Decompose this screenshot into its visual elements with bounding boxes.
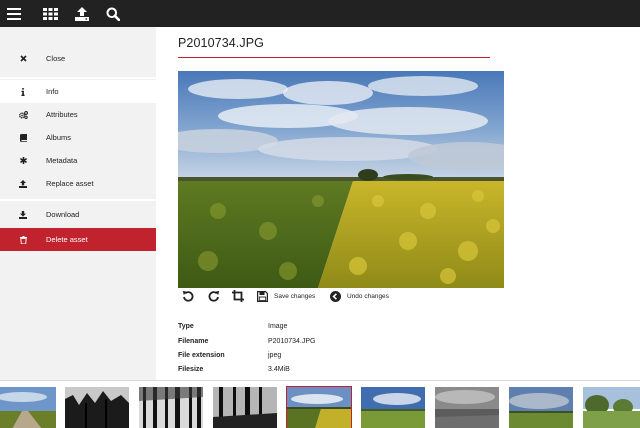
arrow-left-circle-icon: [330, 290, 341, 302]
sidebar-item-label: Close: [46, 54, 66, 63]
sidebar-item-close[interactable]: Close: [0, 47, 156, 70]
thumbnail-selected[interactable]: [286, 386, 352, 428]
search-icon[interactable]: [103, 4, 123, 24]
meta-row: File extension jpeg: [178, 352, 478, 366]
undo-changes-label: Undo changes: [347, 292, 389, 300]
meta-value: P2010734.JPG: [268, 338, 316, 345]
sidebar-divider: [0, 199, 156, 201]
top-bar: [0, 0, 640, 27]
meta-row: Filesize 3.4MiB: [178, 366, 478, 380]
undo-changes-button[interactable]: Undo changes: [330, 289, 389, 303]
sidebar-item-label: Attributes: [46, 110, 78, 119]
rotate-right-icon: [208, 291, 220, 302]
sidebar-item-download[interactable]: Download: [0, 203, 156, 226]
sidebar-item-albums[interactable]: Albums: [0, 126, 156, 149]
sidebar-divider: [0, 77, 156, 79]
grid-icon[interactable]: [40, 4, 60, 24]
image-toolbar: Save changes Undo changes: [178, 289, 508, 303]
meta-key: Type: [178, 323, 194, 330]
sidebar-item-label: Download: [46, 210, 80, 219]
rotate-left-icon: [182, 291, 194, 302]
thumbnail[interactable]: [213, 387, 277, 428]
rotate-right-button[interactable]: [208, 289, 220, 303]
thumbnail[interactable]: [435, 387, 499, 428]
meta-value: Image: [268, 323, 288, 330]
thumbnail[interactable]: [509, 387, 573, 428]
sidebar-item-label: Delete asset: [46, 235, 88, 244]
meta-value: 3.4MiB: [268, 366, 290, 373]
thumbnail[interactable]: [0, 387, 56, 428]
title-divider: [178, 57, 490, 58]
sidebar: Close Info Attributes Albums Metadata Re…: [0, 27, 156, 380]
meta-key: Filename: [178, 338, 209, 345]
upload-icon[interactable]: [72, 4, 92, 24]
trash-icon: [0, 235, 46, 244]
meta-key: Filesize: [178, 366, 204, 373]
sidebar-item-label: Info: [46, 87, 59, 96]
menu-icon[interactable]: [4, 4, 24, 24]
crop-icon: [232, 290, 244, 302]
rotate-left-button[interactable]: [182, 289, 194, 303]
sidebar-item-label: Replace asset: [46, 179, 94, 188]
page-title: P2010734.JPG: [178, 36, 264, 50]
meta-value: jpeg: [268, 352, 282, 359]
sidebar-item-delete-asset[interactable]: Delete asset: [0, 228, 156, 251]
sidebar-item-metadata[interactable]: Metadata: [0, 149, 156, 172]
filmstrip: [0, 380, 640, 428]
book-icon: [0, 133, 46, 142]
thumbnail[interactable]: [65, 387, 129, 428]
sidebar-item-label: Metadata: [46, 156, 78, 165]
thumbnail[interactable]: [361, 387, 425, 428]
upload-icon: [0, 179, 46, 188]
meta-row: Filename P2010734.JPG: [178, 338, 478, 352]
save-changes-label: Save changes: [274, 292, 316, 300]
sidebar-item-replace-asset[interactable]: Replace asset: [0, 172, 156, 195]
info-icon: [0, 87, 46, 96]
sidebar-item-attributes[interactable]: Attributes: [0, 103, 156, 126]
sidebar-item-label: Albums: [46, 133, 72, 142]
crop-button[interactable]: [232, 289, 244, 303]
sidebar-item-info[interactable]: Info: [0, 80, 156, 103]
close-icon: [0, 55, 46, 62]
meta-row: Type Image: [178, 323, 478, 337]
save-icon: [257, 290, 268, 302]
meta-key: File extension: [178, 352, 225, 359]
thumbnail[interactable]: [583, 387, 640, 428]
cogs-icon: [0, 110, 46, 119]
save-changes-button[interactable]: Save changes: [257, 289, 315, 303]
download-icon: [0, 210, 46, 219]
thumbnail[interactable]: [139, 387, 203, 428]
asterisk-icon: [0, 157, 46, 164]
asset-image: [178, 71, 504, 288]
